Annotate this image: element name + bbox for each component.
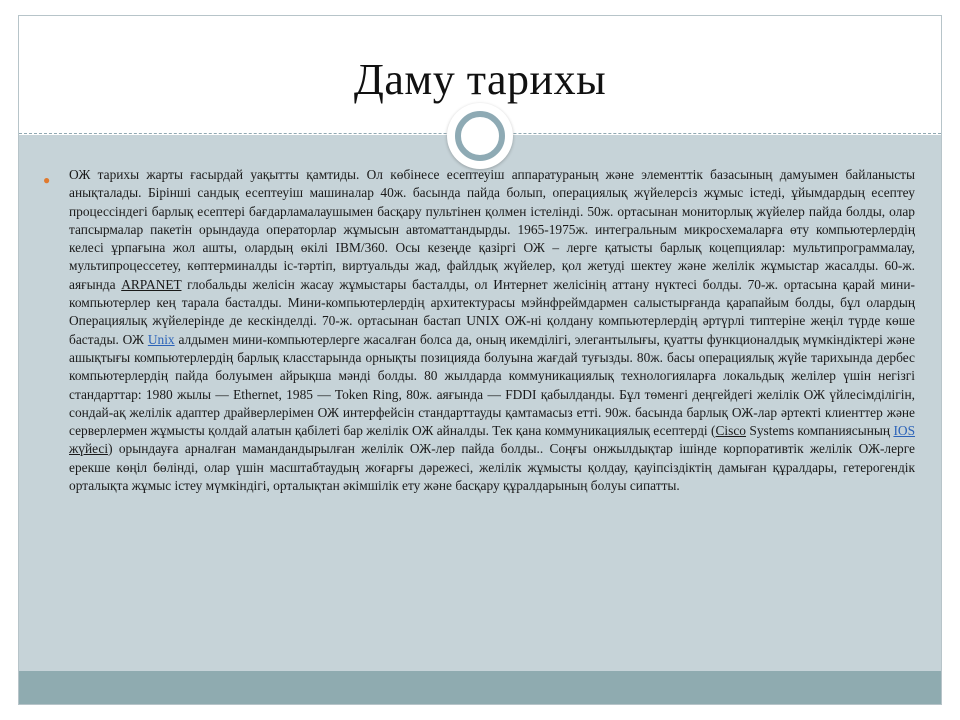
body-paragraph: ОЖ тарихы жарты ғасырдай уақытты қамтиды… bbox=[69, 166, 915, 495]
cisco-link[interactable]: Cisco bbox=[716, 423, 747, 438]
unix-link[interactable]: Unix bbox=[148, 332, 175, 347]
slide-title: Даму тарихы bbox=[353, 55, 607, 104]
paragraph-part-5: ) орындауға арналған мамандандырылған же… bbox=[69, 441, 915, 494]
arpanet-link[interactable]: ARPANET bbox=[121, 277, 181, 292]
ring-inner bbox=[455, 111, 505, 161]
ring-ornament-icon bbox=[447, 103, 513, 169]
footer-band bbox=[19, 671, 941, 704]
paragraph-part-4: Systems компаниясының bbox=[746, 423, 894, 439]
ios-link[interactable]: IOS bbox=[893, 423, 915, 438]
bullet-dot-icon: ● bbox=[43, 173, 51, 187]
slide: Даму тарихы ● ОЖ тарихы жарты ғасырдай у… bbox=[18, 15, 942, 705]
ios-system-link[interactable]: жүйесі bbox=[69, 441, 108, 456]
paragraph-part-1: ОЖ тарихы жарты ғасырдай уақытты қамтиды… bbox=[69, 167, 915, 292]
